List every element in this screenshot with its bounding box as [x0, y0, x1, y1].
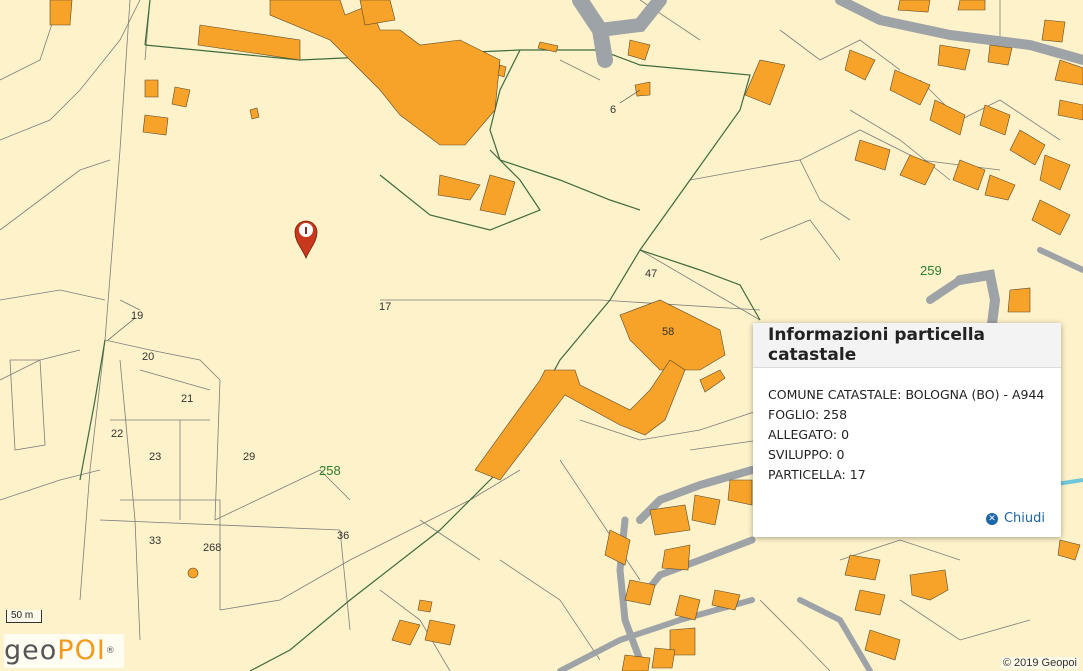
parcel-label-58: 58 [662, 326, 675, 338]
parcel-label-23: 23 [149, 451, 162, 463]
parcel-label-21: 21 [181, 393, 194, 405]
parcel-label-33: 33 [149, 535, 162, 547]
popup-line-foglio: FOGLIO: 258 [768, 407, 848, 422]
logo-poi: POI [57, 635, 106, 666]
parcel-label-22: 22 [111, 428, 124, 440]
close-circle-icon[interactable]: ✕ [985, 512, 998, 525]
scale-bar: 50 m [6, 610, 42, 623]
parcel-label-268: 268 [203, 542, 222, 554]
sheet-label-258: 258 [319, 463, 341, 478]
parcel-label-6: 6 [610, 104, 617, 116]
popup-body: COMUNE CATASTALE: BOLOGNA (BO) - A944 FO… [753, 368, 1061, 485]
parcel-label-36: 36 [337, 530, 350, 542]
popup-header: Informazioni particella catastale [753, 323, 1061, 368]
geopoi-logo[interactable]: geoPOI® [4, 634, 124, 668]
parcel-info-popup: Informazioni particella catastale COMUNE… [753, 323, 1061, 537]
label-leaders [107, 89, 641, 341]
parcel-label-29: 29 [243, 451, 256, 463]
parcel-label-17: 17 [379, 301, 392, 313]
parcel-label-47: 47 [645, 268, 658, 280]
popup-line-comune: COMUNE CATASTALE: BOLOGNA (BO) - A944 [768, 387, 1045, 402]
scale-label: 50 m [6, 610, 42, 623]
popup-line-sviluppo: SVILUPPO: 0 [768, 447, 845, 462]
parcel-label-19: 19 [131, 310, 144, 322]
info-marker-icon[interactable]: I [294, 220, 318, 260]
info-marker-glyph: I [304, 226, 308, 237]
logo-registered: ® [105, 646, 116, 656]
copyright-notice: © 2019 Geopoi [1000, 657, 1079, 669]
popup-title: Informazioni particella catastale [768, 325, 986, 365]
close-button[interactable]: ✕ Chiudi [985, 511, 1045, 526]
sheet-label-259: 259 [920, 263, 942, 278]
close-button-label[interactable]: Chiudi [1004, 511, 1045, 526]
logo-geo: geo [4, 635, 58, 666]
parcel-268-feature [187, 567, 199, 579]
parcel-label-20: 20 [142, 351, 155, 363]
popup-line-particella: PARTICELLA: 17 [768, 467, 866, 482]
popup-line-allegato: ALLEGATO: 0 [768, 427, 850, 442]
